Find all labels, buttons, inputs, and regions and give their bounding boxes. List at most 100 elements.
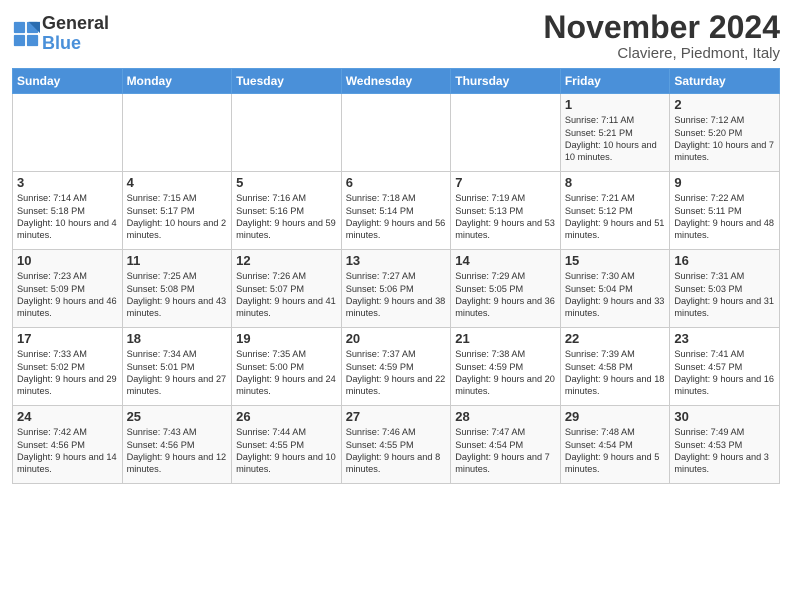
day-number: 14 (455, 253, 556, 268)
calendar-cell: 4 Sunrise: 7:15 AM Sunset: 5:17 PM Daylig… (122, 172, 232, 250)
calendar-cell: 26 Sunrise: 7:44 AM Sunset: 4:55 PM Dayli… (232, 406, 342, 484)
day-info: Sunrise: 7:47 AM Sunset: 4:54 PM Dayligh… (455, 426, 556, 476)
day-info: Sunrise: 7:42 AM Sunset: 4:56 PM Dayligh… (17, 426, 118, 476)
day-number: 25 (127, 409, 228, 424)
day-info: Sunrise: 7:16 AM Sunset: 5:16 PM Dayligh… (236, 192, 337, 242)
day-number: 7 (455, 175, 556, 190)
day-info: Sunrise: 7:15 AM Sunset: 5:17 PM Dayligh… (127, 192, 228, 242)
weekday-header-row: SundayMondayTuesdayWednesdayThursdayFrid… (13, 69, 780, 94)
day-number: 10 (17, 253, 118, 268)
calendar-cell: 2 Sunrise: 7:12 AM Sunset: 5:20 PM Daylig… (670, 94, 780, 172)
day-number: 16 (674, 253, 775, 268)
day-number: 23 (674, 331, 775, 346)
calendar-body: 1 Sunrise: 7:11 AM Sunset: 5:21 PM Daylig… (13, 94, 780, 484)
weekday-header-cell: Monday (122, 69, 232, 94)
month-title: November 2024 (543, 10, 780, 45)
day-info: Sunrise: 7:46 AM Sunset: 4:55 PM Dayligh… (346, 426, 447, 476)
day-info: Sunrise: 7:18 AM Sunset: 5:14 PM Dayligh… (346, 192, 447, 242)
day-info: Sunrise: 7:48 AM Sunset: 4:54 PM Dayligh… (565, 426, 666, 476)
calendar-cell: 14 Sunrise: 7:29 AM Sunset: 5:05 PM Dayli… (451, 250, 561, 328)
calendar-cell: 6 Sunrise: 7:18 AM Sunset: 5:14 PM Daylig… (341, 172, 451, 250)
calendar-cell (13, 94, 123, 172)
day-number: 17 (17, 331, 118, 346)
day-info: Sunrise: 7:26 AM Sunset: 5:07 PM Dayligh… (236, 270, 337, 320)
day-number: 15 (565, 253, 666, 268)
calendar-cell: 11 Sunrise: 7:25 AM Sunset: 5:08 PM Dayli… (122, 250, 232, 328)
calendar-cell (232, 94, 342, 172)
calendar-cell: 10 Sunrise: 7:23 AM Sunset: 5:09 PM Dayli… (13, 250, 123, 328)
day-info: Sunrise: 7:44 AM Sunset: 4:55 PM Dayligh… (236, 426, 337, 476)
title-block: November 2024 Claviere, Piedmont, Italy (543, 10, 780, 62)
day-number: 4 (127, 175, 228, 190)
day-number: 11 (127, 253, 228, 268)
location: Claviere, Piedmont, Italy (543, 45, 780, 62)
day-info: Sunrise: 7:22 AM Sunset: 5:11 PM Dayligh… (674, 192, 775, 242)
calendar-cell: 17Sunrise: 7:33 AM Sunset: 5:02 PM Dayli… (13, 328, 123, 406)
day-info: Sunrise: 7:39 AM Sunset: 4:58 PM Dayligh… (565, 348, 666, 398)
calendar-cell: 13 Sunrise: 7:27 AM Sunset: 5:06 PM Dayli… (341, 250, 451, 328)
day-info: Sunrise: 7:30 AM Sunset: 5:04 PM Dayligh… (565, 270, 666, 320)
logo: General Blue (12, 14, 109, 54)
day-number: 2 (674, 97, 775, 112)
calendar-cell: 28 Sunrise: 7:47 AM Sunset: 4:54 PM Dayli… (451, 406, 561, 484)
day-info: Sunrise: 7:27 AM Sunset: 5:06 PM Dayligh… (346, 270, 447, 320)
calendar-cell (341, 94, 451, 172)
day-info: Sunrise: 7:12 AM Sunset: 5:20 PM Dayligh… (674, 114, 775, 164)
day-number: 12 (236, 253, 337, 268)
calendar-table: SundayMondayTuesdayWednesdayThursdayFrid… (12, 68, 780, 484)
day-number: 6 (346, 175, 447, 190)
day-info: Sunrise: 7:38 AM Sunset: 4:59 PM Dayligh… (455, 348, 556, 398)
day-number: 28 (455, 409, 556, 424)
calendar-week-row: 24 Sunrise: 7:42 AM Sunset: 4:56 PM Dayli… (13, 406, 780, 484)
day-number: 20 (346, 331, 447, 346)
day-number: 13 (346, 253, 447, 268)
day-number: 1 (565, 97, 666, 112)
day-info: Sunrise: 7:49 AM Sunset: 4:53 PM Dayligh… (674, 426, 775, 476)
day-number: 18 (127, 331, 228, 346)
calendar-cell: 30 Sunrise: 7:49 AM Sunset: 4:53 PM Dayli… (670, 406, 780, 484)
calendar-cell: 1 Sunrise: 7:11 AM Sunset: 5:21 PM Daylig… (560, 94, 670, 172)
day-number: 21 (455, 331, 556, 346)
day-info: Sunrise: 7:21 AM Sunset: 5:12 PM Dayligh… (565, 192, 666, 242)
calendar-cell: 3 Sunrise: 7:14 AM Sunset: 5:18 PM Daylig… (13, 172, 123, 250)
calendar-cell (451, 94, 561, 172)
calendar-cell: 5 Sunrise: 7:16 AM Sunset: 5:16 PM Daylig… (232, 172, 342, 250)
day-number: 30 (674, 409, 775, 424)
day-info: Sunrise: 7:41 AM Sunset: 4:57 PM Dayligh… (674, 348, 775, 398)
day-info: Sunrise: 7:19 AM Sunset: 5:13 PM Dayligh… (455, 192, 556, 242)
day-info: Sunrise: 7:29 AM Sunset: 5:05 PM Dayligh… (455, 270, 556, 320)
day-info: Sunrise: 7:31 AM Sunset: 5:03 PM Dayligh… (674, 270, 775, 320)
calendar-cell: 8 Sunrise: 7:21 AM Sunset: 5:12 PM Daylig… (560, 172, 670, 250)
logo-line1: General (42, 14, 109, 34)
calendar-week-row: 10 Sunrise: 7:23 AM Sunset: 5:09 PM Dayli… (13, 250, 780, 328)
day-number: 26 (236, 409, 337, 424)
day-number: 19 (236, 331, 337, 346)
day-number: 24 (17, 409, 118, 424)
calendar-cell: 21 Sunrise: 7:38 AM Sunset: 4:59 PM Dayli… (451, 328, 561, 406)
day-number: 3 (17, 175, 118, 190)
calendar-cell: 24 Sunrise: 7:42 AM Sunset: 4:56 PM Dayli… (13, 406, 123, 484)
weekday-header-cell: Saturday (670, 69, 780, 94)
weekday-header-cell: Friday (560, 69, 670, 94)
calendar-cell: 27Sunrise: 7:46 AM Sunset: 4:55 PM Dayli… (341, 406, 451, 484)
logo-line2: Blue (42, 34, 109, 54)
day-number: 9 (674, 175, 775, 190)
day-info: Sunrise: 7:23 AM Sunset: 5:09 PM Dayligh… (17, 270, 118, 320)
day-number: 8 (565, 175, 666, 190)
day-info: Sunrise: 7:34 AM Sunset: 5:01 PM Dayligh… (127, 348, 228, 398)
day-info: Sunrise: 7:35 AM Sunset: 5:00 PM Dayligh… (236, 348, 337, 398)
calendar-cell: 25Sunrise: 7:43 AM Sunset: 4:56 PM Dayli… (122, 406, 232, 484)
day-number: 29 (565, 409, 666, 424)
calendar-cell: 9 Sunrise: 7:22 AM Sunset: 5:11 PM Daylig… (670, 172, 780, 250)
calendar-week-row: 1 Sunrise: 7:11 AM Sunset: 5:21 PM Daylig… (13, 94, 780, 172)
calendar-week-row: 3 Sunrise: 7:14 AM Sunset: 5:18 PM Daylig… (13, 172, 780, 250)
calendar-cell: 22 Sunrise: 7:39 AM Sunset: 4:58 PM Dayli… (560, 328, 670, 406)
calendar-cell: 18 Sunrise: 7:34 AM Sunset: 5:01 PM Dayli… (122, 328, 232, 406)
day-info: Sunrise: 7:11 AM Sunset: 5:21 PM Dayligh… (565, 114, 666, 164)
day-info: Sunrise: 7:14 AM Sunset: 5:18 PM Dayligh… (17, 192, 118, 242)
calendar-cell: 29 Sunrise: 7:48 AM Sunset: 4:54 PM Dayli… (560, 406, 670, 484)
day-info: Sunrise: 7:25 AM Sunset: 5:08 PM Dayligh… (127, 270, 228, 320)
day-number: 22 (565, 331, 666, 346)
weekday-header-cell: Thursday (451, 69, 561, 94)
day-number: 5 (236, 175, 337, 190)
